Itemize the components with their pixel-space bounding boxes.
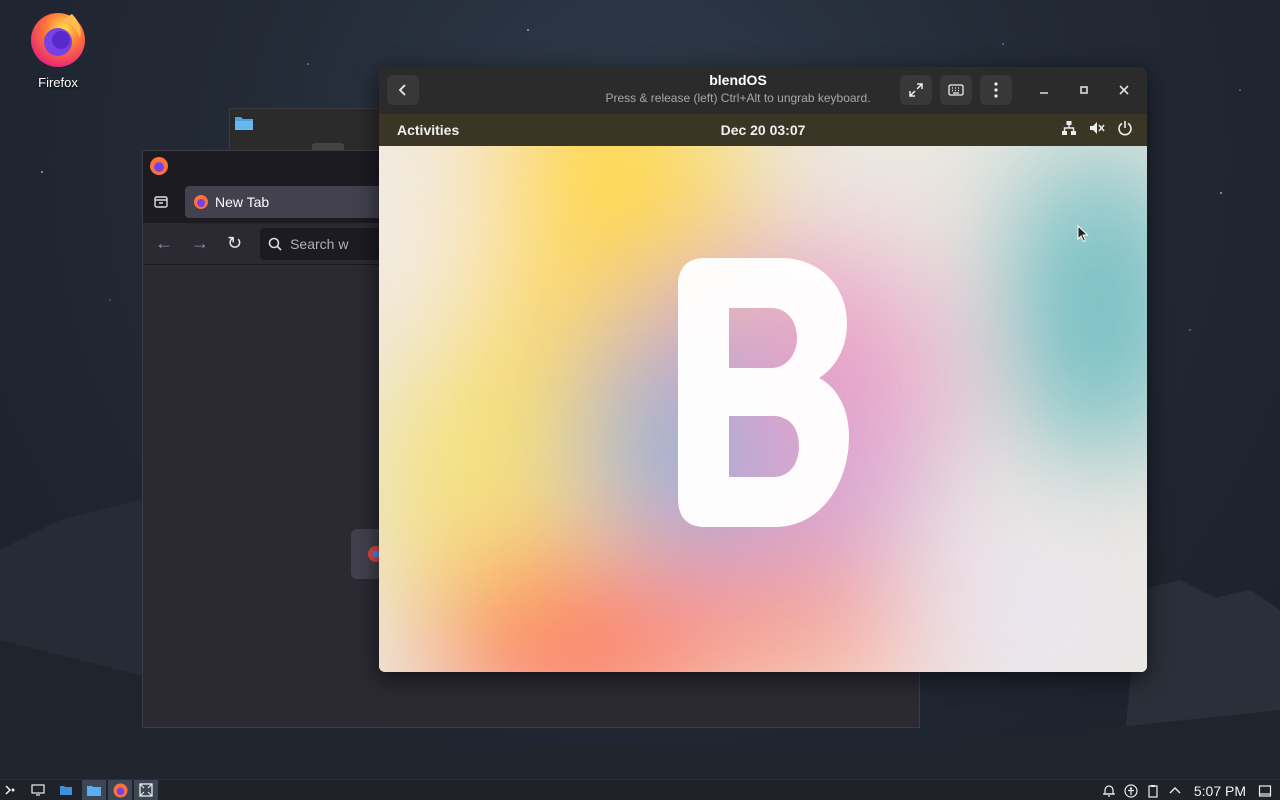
taskbar-files-pinned[interactable] (54, 780, 78, 800)
virtual-machine-icon (139, 783, 153, 797)
chevron-up-icon[interactable] (1168, 784, 1182, 798)
close-icon (1119, 85, 1129, 95)
desktop-icon-label: Firefox (38, 75, 78, 90)
firefox-icon (113, 783, 127, 797)
taskbar-firefox-window[interactable] (108, 779, 132, 800)
kebab-menu-icon (994, 82, 998, 98)
fullscreen-button[interactable] (900, 75, 932, 105)
maximize-button[interactable] (1072, 78, 1096, 102)
gnome-top-bar: Activities Dec 20 03:07 (379, 114, 1147, 146)
taskbar-vm-window[interactable] (134, 779, 158, 800)
vm-title: blendOS (709, 72, 767, 88)
maximize-icon (1080, 86, 1088, 94)
blendos-wallpaper (379, 146, 1147, 672)
menu-button[interactable] (980, 75, 1012, 105)
taskbar-clock[interactable]: 5:07 PM (1194, 783, 1246, 799)
forward-icon[interactable]: → (191, 233, 209, 254)
firefox-icon (194, 195, 208, 209)
launcher-icon (5, 785, 15, 795)
taskbar-tray: 5:07 PM (1102, 780, 1280, 800)
minimize-icon (1040, 92, 1048, 94)
volume-muted-icon (1090, 122, 1105, 134)
tab-label: New Tab (215, 194, 270, 210)
taskbar: 5:07 PM (0, 779, 1280, 800)
folder-icon (235, 117, 253, 130)
vm-window[interactable]: blendOS Press & release (left) Ctrl+Alt … (379, 67, 1147, 672)
notification-panel-icon[interactable] (1258, 784, 1272, 798)
back-button[interactable] (387, 75, 419, 105)
folder-icon (87, 785, 101, 796)
keyboard-button[interactable] (940, 75, 972, 105)
mouse-cursor-icon (1077, 225, 1089, 243)
clipboard-icon[interactable] (1146, 784, 1160, 798)
app-launcher-button[interactable] (0, 780, 20, 800)
tab-list-icon[interactable] (153, 193, 169, 212)
search-placeholder: Search w (290, 235, 349, 252)
wallpaper-gradient (379, 146, 1147, 672)
vm-subtitle: Press & release (left) Ctrl+Alt to ungra… (605, 91, 871, 105)
taskbar-files-window[interactable] (82, 779, 106, 800)
reload-icon[interactable]: ↻ (227, 233, 242, 254)
firefox-icon (31, 13, 85, 67)
gnome-clock[interactable]: Dec 20 03:07 (379, 122, 1147, 138)
fullscreen-icon (909, 83, 923, 97)
desktop-icon (31, 784, 45, 796)
desktop-firefox-shortcut[interactable]: Firefox (22, 8, 94, 90)
vm-headerbar[interactable]: blendOS Press & release (left) Ctrl+Alt … (379, 67, 1147, 114)
back-icon[interactable]: ← (155, 233, 173, 254)
gnome-system-tray[interactable] (1061, 120, 1133, 136)
chevron-left-icon (398, 84, 406, 96)
network-wired-icon (1062, 121, 1076, 135)
minimize-button[interactable] (1032, 78, 1056, 102)
show-desktop-button[interactable] (26, 780, 50, 800)
tab-new-tab[interactable]: New Tab (185, 186, 385, 218)
firefox-icon (150, 157, 168, 175)
notifications-icon[interactable] (1102, 784, 1116, 798)
search-icon (268, 237, 282, 251)
vm-title-block: blendOS Press & release (left) Ctrl+Alt … (579, 72, 897, 105)
power-icon (1118, 121, 1132, 136)
close-button[interactable] (1112, 78, 1136, 102)
blendos-logo (678, 258, 849, 527)
accessibility-icon[interactable] (1124, 783, 1138, 798)
keyboard-icon (948, 84, 964, 96)
folder-icon (60, 786, 72, 795)
